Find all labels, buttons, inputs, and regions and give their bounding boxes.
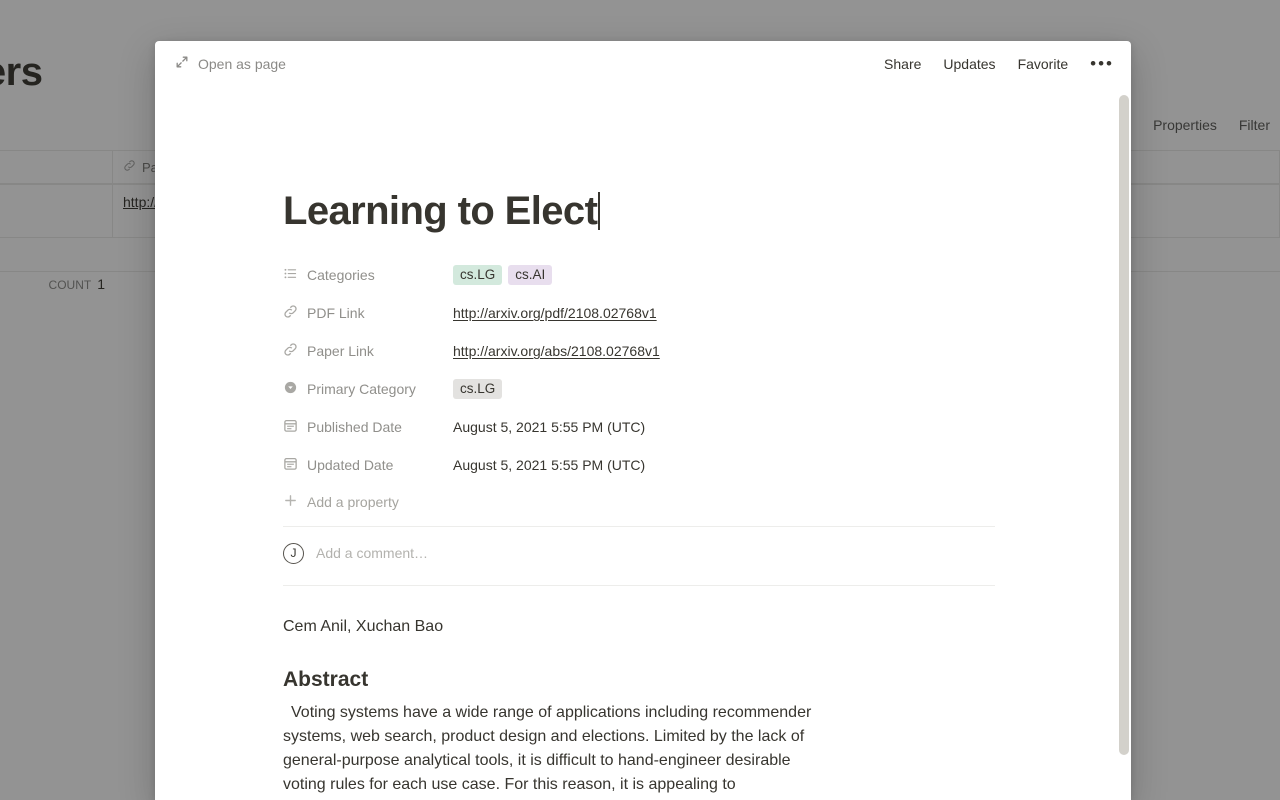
text-cursor	[598, 192, 601, 230]
property-label-categories[interactable]: Categories	[283, 266, 453, 284]
property-label-updated-date[interactable]: Updated Date	[283, 456, 453, 474]
calendar-icon	[283, 418, 298, 436]
list-icon	[283, 266, 298, 284]
property-value-paper-link[interactable]: http://arxiv.org/abs/2108.02768v1	[453, 343, 660, 359]
property-label-paper-link[interactable]: Paper Link	[283, 342, 453, 360]
comment-input[interactable]: Add a comment…	[316, 545, 428, 561]
calendar-icon	[283, 456, 298, 474]
avatar[interactable]: J	[283, 542, 304, 564]
property-name-categories: Categories	[307, 267, 375, 283]
property-label-primary-category[interactable]: Primary Category	[283, 380, 453, 398]
property-row-paper-link[interactable]: Paper Link http://arxiv.org/abs/2108.027…	[283, 332, 995, 370]
abstract-heading: Abstract	[283, 668, 369, 691]
tag-primary-cs-lg[interactable]: cs.LG	[453, 379, 503, 399]
properties-list: Categories cs.LG cs.AI PDF Link http://a…	[283, 256, 995, 586]
modal-topbar: Open as page Share Updates Favorite •••	[155, 41, 1131, 86]
more-options-icon[interactable]: •••	[1090, 55, 1114, 72]
comment-divider	[283, 585, 995, 586]
favorite-button[interactable]: Favorite	[1018, 56, 1069, 72]
add-comment-row[interactable]: J Add a comment…	[283, 527, 995, 579]
tag-cs-ai[interactable]: cs.AI	[508, 265, 553, 285]
property-value-updated-date[interactable]: August 5, 2021 5:55 PM (UTC)	[453, 457, 645, 473]
property-row-primary-category[interactable]: Primary Category cs.LG	[283, 370, 995, 408]
abstract-text: Voting systems have a wide range of appl…	[283, 704, 812, 793]
updates-button[interactable]: Updates	[943, 56, 995, 72]
open-as-page-label: Open as page	[198, 55, 286, 72]
modal-scrollbar[interactable]	[1119, 95, 1129, 795]
property-name-published-date: Published Date	[307, 419, 402, 435]
page-title-editable[interactable]: Learning to Elect	[283, 86, 1131, 231]
property-label-published-date[interactable]: Published Date	[283, 418, 453, 436]
plus-icon	[283, 493, 298, 511]
add-property-label: Add a property	[307, 494, 399, 510]
property-value-primary-category[interactable]: cs.LG	[453, 379, 503, 399]
property-label-pdf-link[interactable]: PDF Link	[283, 304, 453, 322]
add-property-button[interactable]: Add a property	[283, 484, 995, 520]
share-button[interactable]: Share	[884, 56, 921, 72]
property-name-updated-date: Updated Date	[307, 457, 394, 473]
select-icon	[283, 380, 298, 398]
modal-body: Learning to Elect Categories cs.LG cs.AI…	[155, 86, 1131, 800]
expand-arrows-icon	[175, 55, 189, 72]
property-value-pdf-link[interactable]: http://arxiv.org/pdf/2108.02768v1	[453, 305, 657, 321]
property-name-paper-link: Paper Link	[307, 343, 374, 359]
property-row-updated-date[interactable]: Updated Date August 5, 2021 5:55 PM (UTC…	[283, 446, 995, 484]
property-value-published-date[interactable]: August 5, 2021 5:55 PM (UTC)	[453, 419, 645, 435]
modal-actions: Share Updates Favorite •••	[884, 55, 1114, 72]
page-title-text: Learning to Elect	[283, 189, 598, 233]
page-peek-modal: Open as page Share Updates Favorite ••• …	[155, 41, 1131, 800]
paper-link-url[interactable]: http://arxiv.org/abs/2108.02768v1	[453, 343, 660, 359]
pdf-link-url[interactable]: http://arxiv.org/pdf/2108.02768v1	[453, 305, 657, 321]
link-icon	[283, 304, 298, 322]
authors-text: Cem Anil, Xuchan Bao	[283, 618, 444, 635]
property-name-pdf-link: PDF Link	[307, 305, 365, 321]
tag-cs-lg[interactable]: cs.LG	[453, 265, 503, 285]
link-icon	[283, 342, 298, 360]
open-as-page-button[interactable]: Open as page	[175, 55, 286, 72]
property-value-categories[interactable]: cs.LG cs.AI	[453, 265, 553, 285]
property-row-published-date[interactable]: Published Date August 5, 2021 5:55 PM (U…	[283, 408, 995, 446]
property-name-primary-category: Primary Category	[307, 381, 416, 397]
property-row-pdf-link[interactable]: PDF Link http://arxiv.org/pdf/2108.02768…	[283, 294, 995, 332]
property-row-categories[interactable]: Categories cs.LG cs.AI	[283, 256, 995, 294]
modal-scrollbar-thumb[interactable]	[1119, 95, 1129, 755]
